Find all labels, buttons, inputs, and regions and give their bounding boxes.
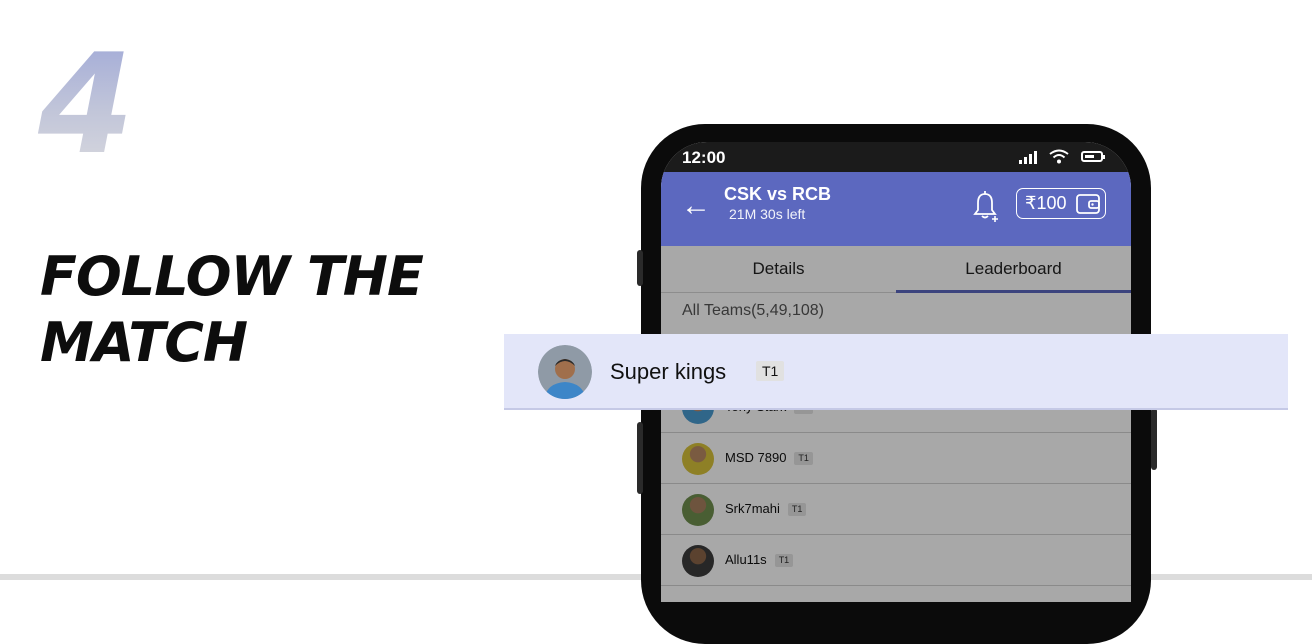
- status-bar: 12:00: [661, 142, 1131, 172]
- signal-icon: [1019, 150, 1037, 164]
- dim-overlay: [661, 246, 1131, 602]
- avatar: [538, 345, 592, 399]
- back-arrow-icon[interactable]: ←: [681, 191, 711, 221]
- match-title: CSK vs RCB: [724, 184, 832, 204]
- headline: FOLLOW THE MATCH: [40, 244, 500, 376]
- team-tag: T1: [756, 361, 785, 381]
- wallet-button[interactable]: ₹100: [1016, 188, 1106, 219]
- headline-line-1: FOLLOW THE: [40, 245, 424, 308]
- wallet-icon: [1076, 193, 1100, 214]
- headline-line-2: MATCH: [40, 311, 248, 374]
- phone-side-button-2: [637, 422, 643, 494]
- app-header: ← CSK vs RCB 21M 30s left ₹100: [661, 172, 1131, 246]
- highlighted-team-row[interactable]: Super kings T1: [504, 334, 1288, 410]
- team-name: Super kings: [610, 359, 727, 384]
- wifi-icon: [1049, 149, 1069, 164]
- battery-icon: [1081, 151, 1105, 162]
- status-time: 12:00: [682, 148, 726, 167]
- step-number: 4: [38, 24, 134, 185]
- bell-add-icon[interactable]: [972, 190, 998, 224]
- wallet-amount: ₹100: [1025, 193, 1067, 213]
- phone-side-button-3: [1151, 408, 1157, 470]
- time-left: 21M 30s left: [729, 206, 806, 222]
- phone-side-button-1: [637, 250, 643, 286]
- status-icons: [1019, 149, 1105, 164]
